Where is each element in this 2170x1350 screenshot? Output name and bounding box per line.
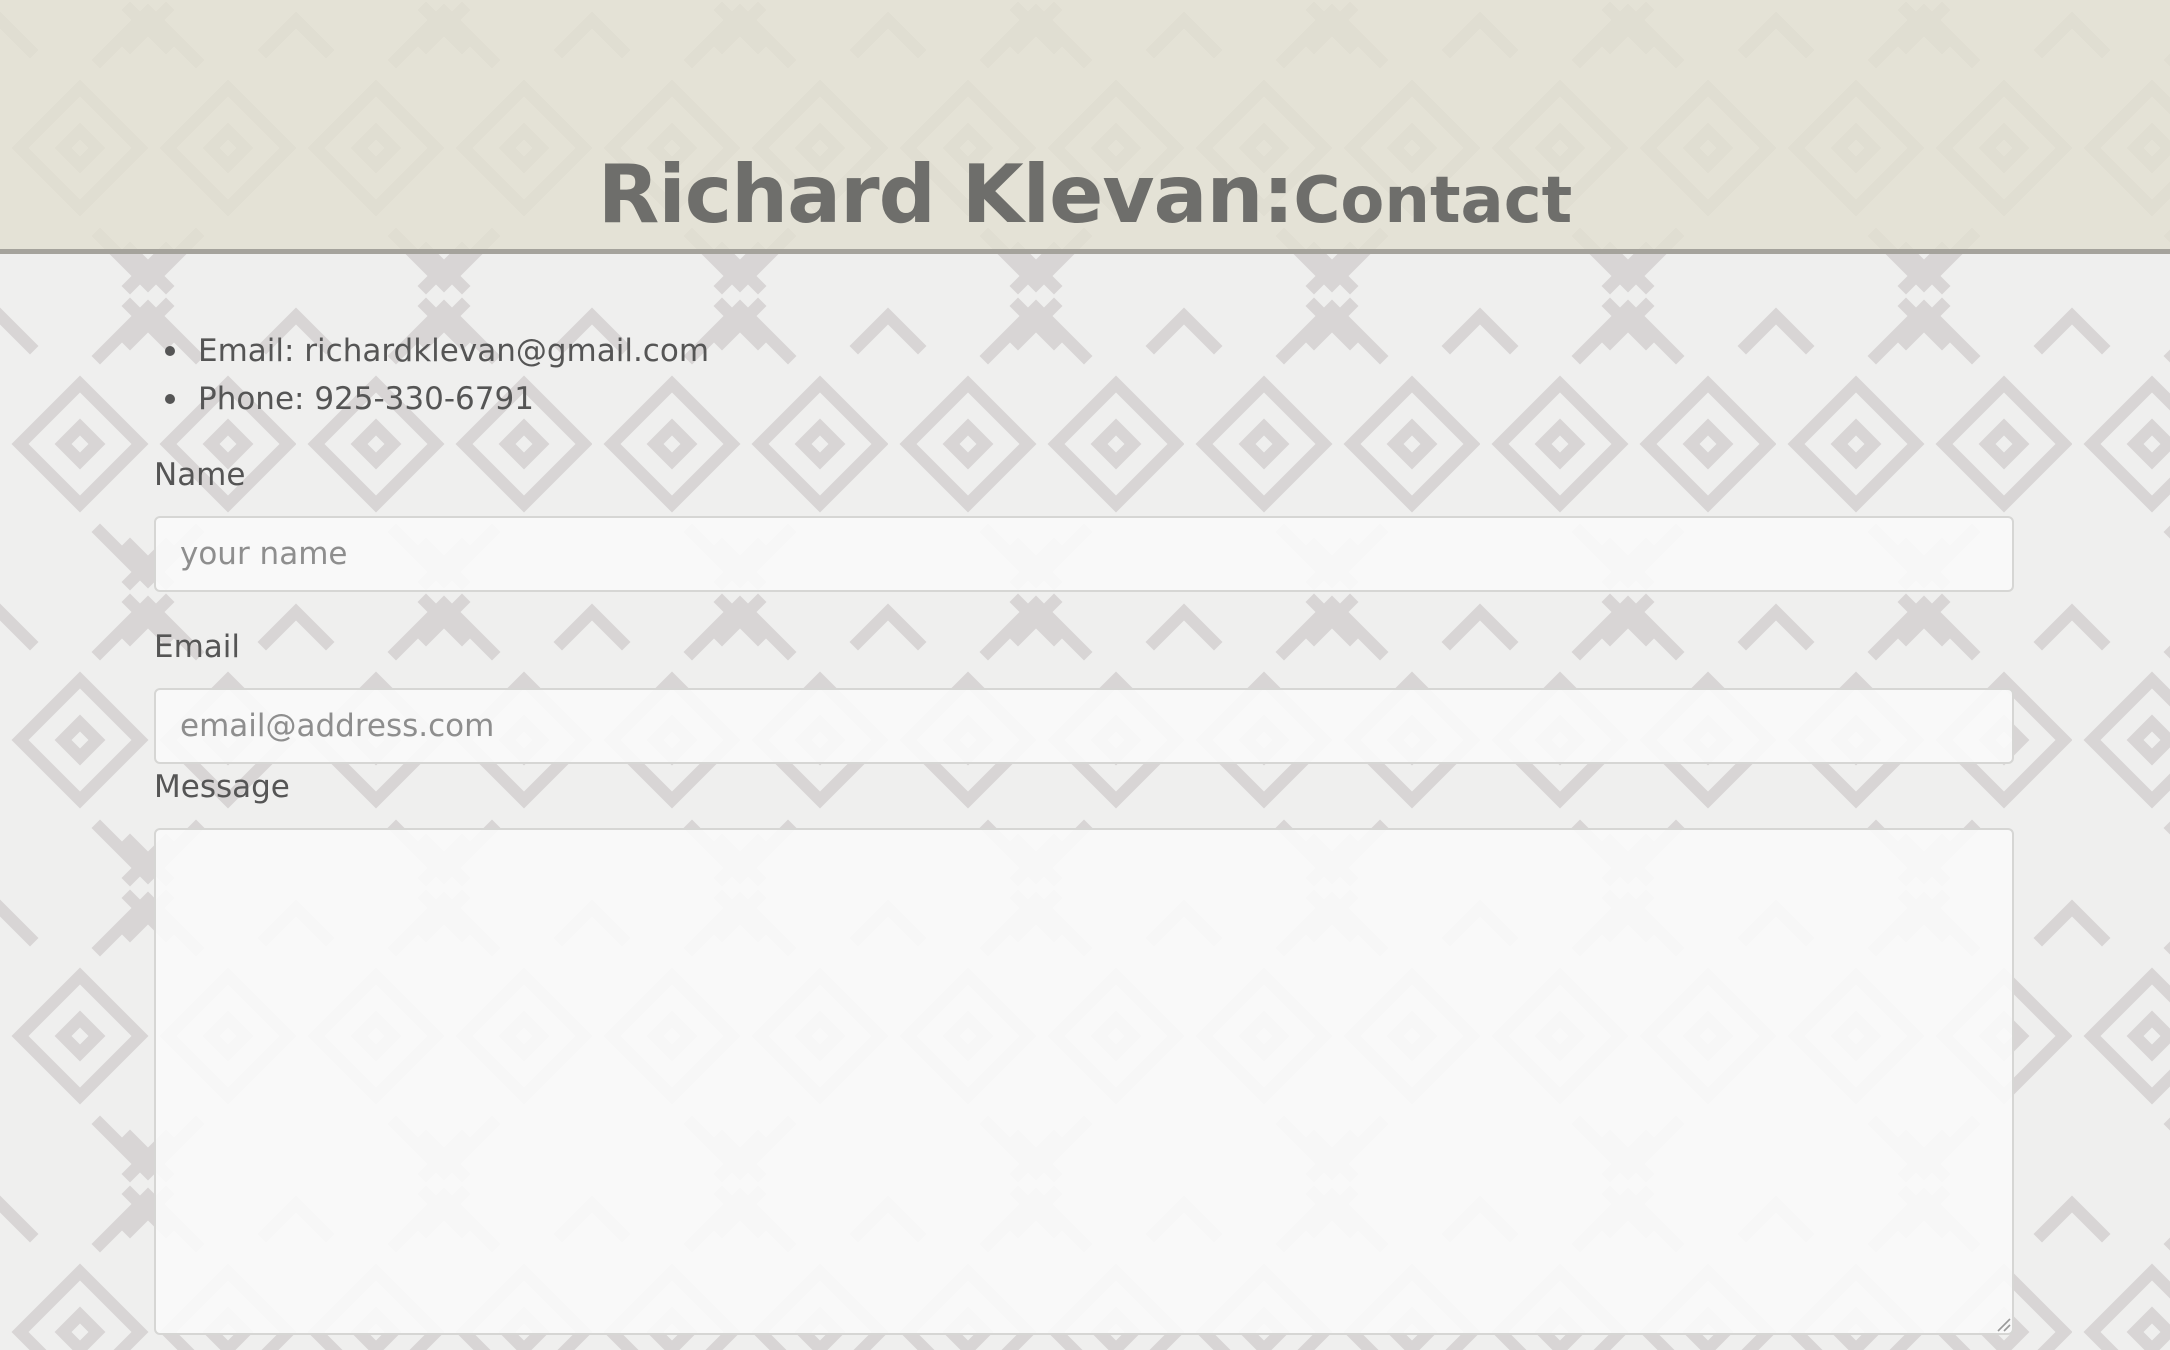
main-content: Email: richardklevan@gmail.com Phone: 92… [0,259,2170,1350]
name-label: Name [154,457,246,493]
contact-phone-item: Phone: 925-330-6791 [165,375,709,423]
contact-info-list: Email: richardklevan@gmail.com Phone: 92… [165,327,710,423]
message-textarea[interactable] [154,828,2014,1335]
name-field[interactable] [154,516,2014,592]
page-section-title: Contact [1293,164,1573,238]
bullet-icon [165,346,175,356]
email-label: Email [154,629,241,665]
contact-phone-text: Phone: 925-330-6791 [198,381,534,417]
page-title: Richard Klevan:Contact [0,148,2170,241]
email-field[interactable] [154,688,2014,764]
bullet-icon [165,394,175,404]
site-owner-name: Richard Klevan: [597,148,1295,241]
message-label: Message [154,769,290,805]
resize-handle-icon[interactable] [1995,1316,2011,1332]
contact-email-text: Email: richardklevan@gmail.com [198,333,710,369]
contact-email-item: Email: richardklevan@gmail.com [165,327,710,375]
page-header: Richard Klevan:Contact [0,0,2170,254]
